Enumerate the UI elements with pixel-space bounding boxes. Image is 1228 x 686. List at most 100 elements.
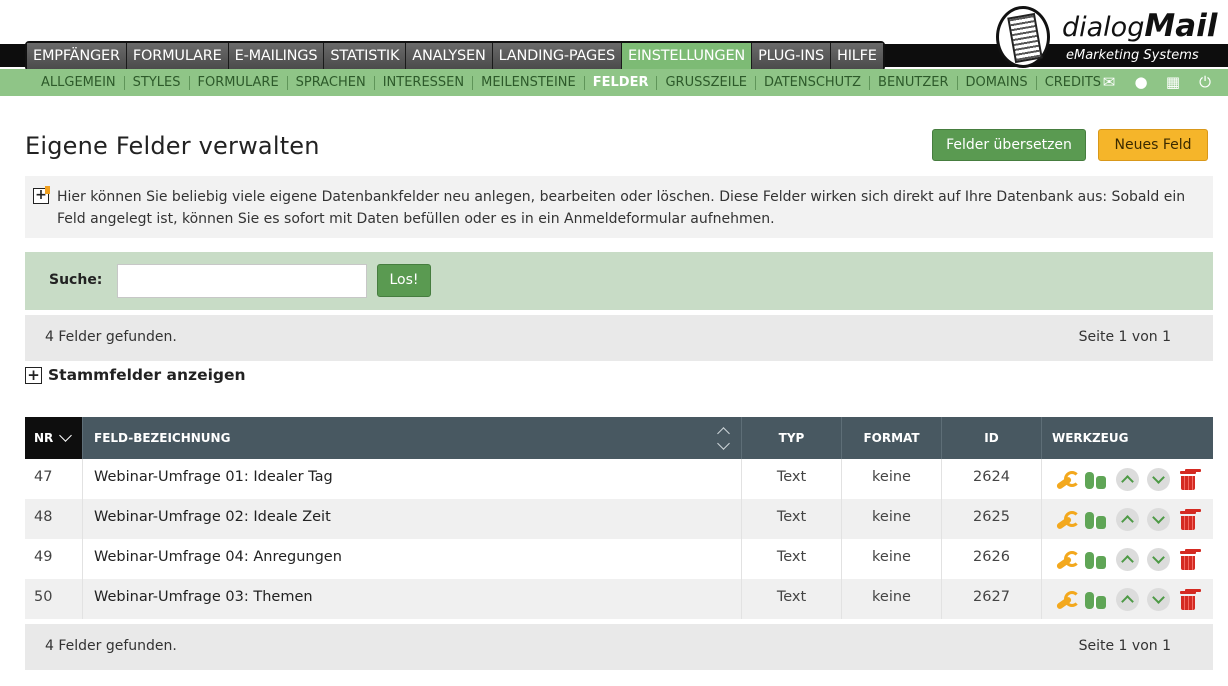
main-nav-tab-e-mailings[interactable]: E-MAILINGS — [228, 43, 325, 69]
wrench-icon[interactable] — [1054, 589, 1080, 611]
move-down-icon[interactable] — [1147, 548, 1170, 571]
sub-nav-item-domains[interactable]: DOMAINS — [958, 75, 1037, 90]
info-text: Hier können Sie beliebig viele eigene Da… — [57, 189, 1186, 227]
cell-type: Text — [742, 499, 842, 539]
trash-icon[interactable] — [1178, 509, 1198, 531]
fields-table: NR FELD-BEZEICHNUNG TYP FORMAT ID WERKZE… — [25, 417, 1213, 619]
main-nav-tab-statistik[interactable]: STATISTIK — [324, 43, 407, 69]
search-label: Suche: — [49, 272, 103, 288]
expand-plus-icon[interactable]: + — [25, 366, 42, 384]
sub-nav-item-grusszeile[interactable]: GRUSSZEILE — [657, 75, 757, 90]
table-row: 48 Webinar-Umfrage 02: Ideale Zeit Text kei… — [25, 499, 1213, 539]
cell-nr: 50 — [25, 579, 83, 619]
sub-nav-item-credits[interactable]: CREDITS — [1037, 75, 1109, 90]
page-indicator: Seite 1 von 1 — [1078, 329, 1171, 345]
cell-nr: 47 — [25, 459, 83, 499]
wrench-icon[interactable] — [1054, 469, 1080, 491]
cell-field-name: Webinar-Umfrage 03: Themen — [83, 579, 742, 619]
user-icon[interactable]: ● — [1132, 73, 1150, 91]
header-icons: ✉ ● ▦ ⏻ — [1100, 73, 1214, 91]
cell-nr: 49 — [25, 539, 83, 579]
table-body: 47 Webinar-Umfrage 01: Idealer Tag Text kei… — [25, 459, 1213, 619]
cell-field-name: Webinar-Umfrage 02: Ideale Zeit — [83, 499, 742, 539]
translate-fields-button[interactable]: Felder übersetzen — [932, 129, 1086, 161]
info-box: + Hier können Sie beliebig viele eigene … — [25, 176, 1213, 238]
trash-icon[interactable] — [1178, 469, 1198, 491]
sitemap-icon[interactable]: ▦ — [1164, 73, 1182, 91]
main-nav-tab-einstellungen[interactable]: EINSTELLUNGEN — [622, 43, 753, 69]
cell-id: 2625 — [942, 499, 1042, 539]
table-header: NR FELD-BEZEICHNUNG TYP FORMAT ID WERKZE… — [25, 417, 1213, 459]
sub-nav-item-styles[interactable]: STYLES — [125, 75, 190, 90]
column-header-typ: TYP — [742, 417, 842, 459]
data-fill-icon[interactable] — [1084, 509, 1108, 531]
page-root: EMPFÄNGER FORMULARE E-MAILINGS STATISTIK ANA… — [0, 0, 1228, 686]
page-indicator-bottom: Seite 1 von 1 — [1078, 638, 1171, 654]
cell-format: keine — [842, 499, 942, 539]
main-nav-tab-analysen[interactable]: ANALYSEN — [406, 43, 493, 69]
table-row: 49 Webinar-Umfrage 04: Anregungen Text kein… — [25, 539, 1213, 579]
logo: dialogMail eMarketing Systems — [996, 4, 1228, 70]
column-header-werkzeug: WERKZEUG — [1052, 431, 1129, 445]
move-up-icon[interactable] — [1116, 548, 1139, 571]
column-header-feld[interactable]: FELD-BEZEICHNUNG — [83, 417, 742, 459]
cell-nr: 48 — [25, 499, 83, 539]
wrench-icon[interactable] — [1054, 549, 1080, 571]
main-nav-tab-empf-nger[interactable]: EMPFÄNGER — [27, 43, 127, 69]
search-input[interactable] — [117, 264, 367, 298]
sub-nav-items: ALLGEMEIN STYLES FORMULARE SPRACHEN INTERESS… — [33, 69, 1109, 96]
column-header-feld-label: FELD-BEZEICHNUNG — [94, 431, 231, 445]
cell-format: keine — [842, 539, 942, 579]
logo-emblem-icon — [996, 6, 1050, 68]
column-header-nr-label: NR — [34, 431, 54, 445]
sub-nav-item-datenschutz[interactable]: DATENSCHUTZ — [756, 75, 871, 90]
cell-tools — [1042, 459, 1213, 499]
logo-tagline: eMarketing Systems — [1066, 48, 1199, 63]
sub-nav-item-allgemein[interactable]: ALLGEMEIN — [33, 75, 125, 90]
move-up-icon[interactable] — [1116, 468, 1139, 491]
info-expand-icon[interactable]: + — [33, 186, 50, 204]
trash-icon[interactable] — [1178, 589, 1198, 611]
results-bar-top: 4 Felder gefunden. Seite 1 von 1 — [25, 315, 1213, 361]
cell-format: keine — [842, 579, 942, 619]
sub-nav-item-interessen[interactable]: INTERESSEN — [375, 75, 474, 90]
data-fill-icon[interactable] — [1084, 549, 1108, 571]
sub-nav-item-sprachen[interactable]: SPRACHEN — [288, 75, 375, 90]
wrench-icon[interactable] — [1054, 509, 1080, 531]
new-field-button[interactable]: Neues Feld — [1098, 129, 1208, 161]
move-up-icon[interactable] — [1116, 588, 1139, 611]
envelope-icon[interactable]: ✉ — [1100, 73, 1118, 91]
sub-nav-item-benutzer[interactable]: BENUTZER — [870, 75, 958, 90]
cell-id: 2626 — [942, 539, 1042, 579]
main-nav-tab-hilfe[interactable]: HILFE — [830, 43, 883, 69]
main-nav-tab-landing-pages[interactable]: LANDING-PAGES — [492, 43, 623, 69]
search-button[interactable]: Los! — [377, 264, 431, 297]
results-bar-bottom: 4 Felder gefunden. Seite 1 von 1 — [25, 624, 1213, 670]
cell-tools — [1042, 539, 1213, 579]
power-icon[interactable]: ⏻ — [1196, 73, 1214, 91]
main-nav: EMPFÄNGER FORMULARE E-MAILINGS STATISTIK ANA… — [25, 41, 885, 71]
data-fill-icon[interactable] — [1084, 589, 1108, 611]
logo-brand: Mail — [1144, 8, 1218, 44]
move-down-icon[interactable] — [1147, 588, 1170, 611]
sub-nav-item-felder[interactable]: FELDER — [585, 75, 658, 90]
data-fill-icon[interactable] — [1084, 469, 1108, 491]
cell-format: keine — [842, 459, 942, 499]
move-down-icon[interactable] — [1147, 508, 1170, 531]
search-bar: Suche: Los! — [25, 252, 1213, 310]
sub-nav: ALLGEMEIN STYLES FORMULARE SPRACHEN INTERESS… — [0, 69, 1228, 96]
main-nav-tab-formulare[interactable]: FORMULARE — [126, 43, 229, 69]
move-down-icon[interactable] — [1147, 468, 1170, 491]
cell-tools — [1042, 579, 1213, 619]
column-header-format: FORMAT — [842, 417, 942, 459]
show-base-fields-label: Stammfelder anzeigen — [48, 366, 246, 384]
logo-prefix: dialog — [1062, 12, 1145, 43]
main-nav-tab-plug-ins[interactable]: PLUG-INS — [752, 43, 831, 69]
cell-tools — [1042, 499, 1213, 539]
sub-nav-item-meilensteine[interactable]: MEILENSTEINE — [473, 75, 585, 90]
move-up-icon[interactable] — [1116, 508, 1139, 531]
show-base-fields-toggle[interactable]: + Stammfelder anzeigen — [25, 366, 246, 384]
column-header-nr[interactable]: NR — [25, 417, 83, 459]
sub-nav-item-formulare[interactable]: FORMULARE — [190, 75, 288, 90]
trash-icon[interactable] — [1178, 549, 1198, 571]
